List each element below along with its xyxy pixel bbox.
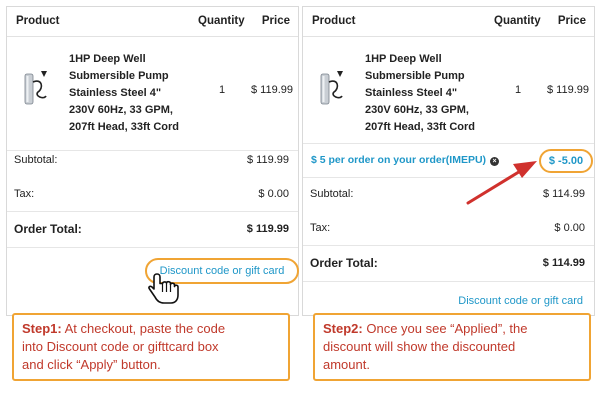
- step2-label: Step2:: [323, 321, 363, 336]
- step1-label: Step1:: [22, 321, 62, 336]
- step2-instruction: Step2: Once you see “Applied”, the disco…: [313, 313, 591, 381]
- step1-instruction: Step1: At checkout, paste the code into …: [12, 313, 290, 381]
